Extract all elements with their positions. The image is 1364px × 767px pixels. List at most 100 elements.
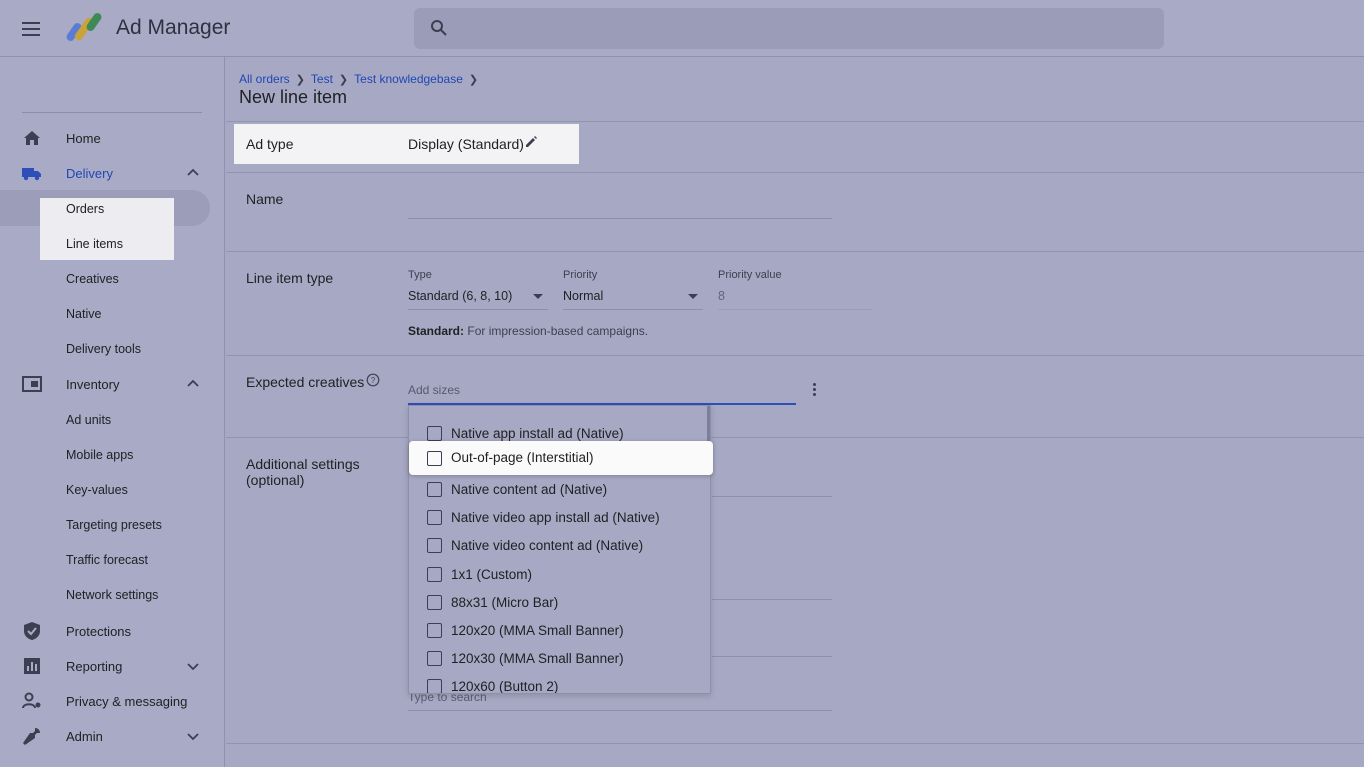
chevron-right-icon: ❯ — [295, 73, 305, 86]
chevron-right-icon: ❯ — [338, 73, 349, 86]
dropdown-option[interactable]: 1x1 (Custom) — [409, 561, 710, 589]
sidebar-item-delivery[interactable]: Delivery — [0, 157, 225, 189]
sidebar-item-traffic-forecast[interactable]: Traffic forecast — [66, 553, 148, 567]
breadcrumb-test[interactable]: Test — [311, 72, 333, 86]
sidebar-item-home[interactable]: Home — [0, 122, 225, 154]
checkbox[interactable] — [427, 567, 442, 582]
priority-value-input[interactable]: 8 — [718, 289, 725, 303]
sidebar-item-network-settings[interactable]: Network settings — [66, 588, 158, 602]
line-item-type-label: Line item type — [246, 270, 334, 286]
dropdown-option[interactable]: 88x31 (Micro Bar) — [409, 589, 710, 617]
sidebar-item-label: Inventory — [66, 376, 120, 392]
background-field-underline — [712, 599, 832, 600]
dropdown-arrow-icon — [533, 294, 543, 299]
more-options-icon[interactable] — [809, 382, 819, 400]
sidebar-item-orders[interactable]: Orders — [66, 202, 104, 216]
divider — [226, 251, 1364, 252]
sidebar-item-creatives[interactable]: Creatives — [66, 272, 119, 286]
dropdown-option[interactable]: Native video app install ad (Native) — [409, 504, 710, 532]
ad-manager-logo — [66, 13, 102, 41]
chevron-up-icon[interactable] — [186, 166, 200, 180]
sidebar-item-key-values[interactable]: Key-values — [66, 483, 128, 497]
priority-value-underline — [718, 309, 873, 310]
dropdown-option[interactable]: 120x30 (MMA Small Banner) — [409, 645, 710, 673]
sidebar-item-line-items[interactable]: Line items — [66, 237, 123, 251]
background-field-underline — [712, 496, 832, 497]
sidebar-item-label: Delivery — [66, 165, 113, 181]
checkbox[interactable] — [427, 426, 442, 441]
type-select[interactable] — [408, 309, 548, 310]
option-label: Native video app install ad (Native) — [451, 510, 660, 525]
dropdown-arrow-icon — [688, 294, 698, 299]
add-sizes-input[interactable]: Add sizes — [408, 383, 796, 397]
dropdown-option[interactable]: Native video content ad (Native) — [409, 532, 710, 560]
checkbox[interactable] — [427, 451, 442, 466]
sidebar-item-protections[interactable]: Protections — [0, 615, 225, 647]
divider — [226, 437, 1364, 438]
search-bar[interactable] — [414, 8, 1164, 49]
sidebar-item-label: Privacy & messaging — [66, 693, 188, 709]
edit-icon[interactable] — [524, 135, 538, 149]
sidebar-item-inventory[interactable]: Inventory — [0, 368, 225, 400]
person-settings-icon — [22, 692, 41, 709]
checkbox[interactable] — [427, 651, 442, 666]
sidebar-item-reporting[interactable]: Reporting — [0, 650, 225, 682]
option-label: Native video content ad (Native) — [451, 538, 644, 553]
note-text: For impression-based campaigns. — [467, 324, 649, 338]
chevron-right-icon: ❯ — [468, 73, 479, 86]
dropdown-option[interactable]: Native content ad (Native) — [409, 476, 710, 504]
bar-chart-icon — [24, 658, 40, 674]
checkbox[interactable] — [427, 482, 442, 497]
breadcrumb-test-knowledgebase[interactable]: Test knowledgebase — [354, 72, 463, 86]
checkbox[interactable] — [427, 595, 442, 610]
chevron-down-icon[interactable] — [186, 659, 200, 673]
sidebar-item-mobile-apps[interactable]: Mobile apps — [66, 448, 133, 462]
inventory-icon — [22, 376, 42, 392]
dropdown-option-highlighted[interactable]: Out-of-page (Interstitial) — [409, 441, 713, 475]
additional-settings-label: Additional settings — [246, 456, 360, 472]
chevron-up-icon[interactable] — [186, 377, 200, 391]
option-label: 88x31 (Micro Bar) — [451, 595, 559, 610]
name-label: Name — [246, 191, 284, 207]
sidebar-item-admin[interactable]: Admin — [0, 720, 225, 752]
checkbox[interactable] — [427, 623, 442, 638]
search-icon — [431, 20, 447, 36]
sidebar-item-targeting-presets[interactable]: Targeting presets — [66, 518, 162, 532]
sidebar: Home Delivery Orders Line items Creative… — [0, 57, 225, 767]
breadcrumb-all-orders[interactable]: All orders — [239, 72, 290, 86]
option-label: Out-of-page (Interstitial) — [451, 450, 594, 465]
menu-icon[interactable] — [18, 16, 44, 42]
option-label: Native app install ad (Native) — [451, 426, 624, 441]
ad-type-label: Ad type — [246, 136, 294, 152]
name-input[interactable] — [408, 218, 832, 219]
line-item-type-note: Standard: For impression-based campaigns… — [408, 324, 648, 338]
sidebar-item-label: Admin — [66, 728, 103, 744]
priority-select[interactable] — [563, 309, 703, 310]
priority-select-value[interactable]: Normal — [563, 289, 603, 303]
sidebar-item-delivery-tools[interactable]: Delivery tools — [66, 342, 141, 356]
sidebar-divider — [22, 112, 202, 113]
wrench-icon — [23, 728, 40, 745]
dropdown-option[interactable]: 120x60 (Button 2) — [409, 673, 710, 694]
option-label: 120x60 (Button 2) — [451, 679, 559, 694]
ad-type-row: Ad type Display (Standard) — [234, 124, 579, 164]
help-icon[interactable]: ? — [366, 373, 380, 387]
type-select-value[interactable]: Standard (6, 8, 10) — [408, 289, 512, 303]
home-icon — [24, 131, 40, 145]
ad-type-value: Display (Standard) — [408, 136, 524, 152]
sidebar-item-ad-units[interactable]: Ad units — [66, 413, 111, 427]
truck-icon — [22, 168, 41, 181]
sidebar-item-native[interactable]: Native — [66, 307, 101, 321]
sidebar-item-label: Reporting — [66, 658, 123, 674]
note-bold: Standard: — [408, 324, 465, 338]
option-label: 1x1 (Custom) — [451, 567, 533, 582]
checkbox[interactable] — [427, 679, 442, 693]
checkbox[interactable] — [427, 538, 442, 553]
shield-icon — [24, 622, 40, 640]
sidebar-item-privacy[interactable]: Privacy & messaging — [0, 685, 225, 717]
additional-settings-optional: (optional) — [246, 472, 305, 488]
divider — [226, 121, 1364, 122]
chevron-down-icon[interactable] — [186, 729, 200, 743]
checkbox[interactable] — [427, 510, 442, 525]
dropdown-option[interactable]: 120x20 (MMA Small Banner) — [409, 617, 710, 645]
